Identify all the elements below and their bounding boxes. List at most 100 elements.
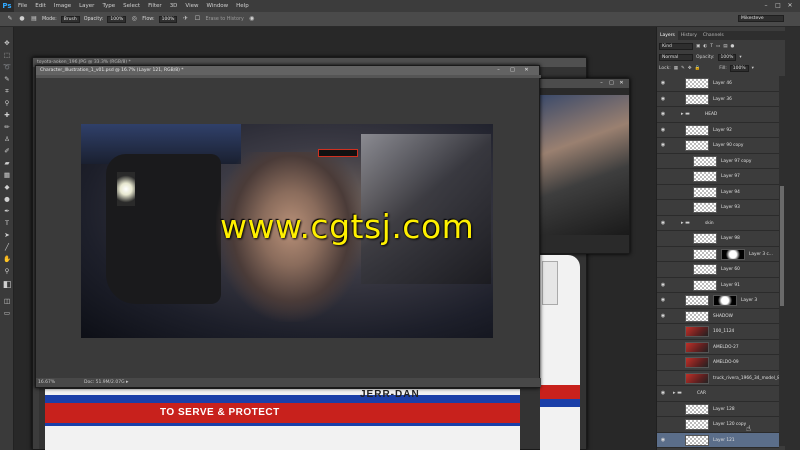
layer-name[interactable]: Layer 121 — [713, 438, 735, 443]
filter-type-icon[interactable]: T — [710, 44, 713, 49]
layer-row[interactable]: ◉ Layer 92 — [657, 122, 779, 138]
brush-preset-icon[interactable]: ● — [18, 15, 26, 23]
zoom-tool-icon[interactable]: ⚲ — [2, 267, 12, 275]
close-icon[interactable]: ✕ — [523, 67, 530, 74]
layer-row[interactable]: Layer 98 — [657, 231, 779, 247]
layer-row[interactable]: Layer 94 — [657, 184, 779, 200]
visibility-eye-icon[interactable]: ◉ — [660, 80, 666, 86]
scrollbar-thumb[interactable] — [780, 186, 784, 306]
layer-row[interactable]: ◉ ▸ ▬ skin — [657, 215, 779, 231]
layer-name[interactable]: Layer 128 — [713, 407, 735, 412]
menu-edit[interactable]: Edit — [31, 3, 50, 9]
chevron-down-icon[interactable]: ▾ — [752, 66, 754, 71]
visibility-eye-icon[interactable]: ◉ — [660, 111, 666, 117]
fill-field[interactable]: 100% — [729, 64, 749, 72]
dodge-tool-icon[interactable]: ● — [2, 195, 12, 203]
hand-tool-icon[interactable]: ✋ — [2, 255, 12, 263]
brush-tool-icon[interactable]: ✏ — [2, 123, 12, 131]
visibility-eye-icon[interactable]: ◉ — [660, 142, 666, 148]
layer-row[interactable]: Layer 120 copy — [657, 417, 779, 433]
tab-layers[interactable]: Layers — [657, 31, 678, 40]
layer-row[interactable]: ◉ Layer 90 copy — [657, 138, 779, 154]
layer-mask-thumbnail[interactable] — [713, 295, 737, 306]
blend-mode-select[interactable]: Normal — [659, 53, 693, 61]
menu-window[interactable]: Window — [202, 3, 232, 9]
layer-row[interactable]: ◉ SHADOW — [657, 308, 779, 324]
filter-toggle-icon[interactable]: ● — [730, 44, 734, 49]
pressure-size-icon[interactable]: ◉ — [248, 15, 256, 23]
healing-tool-icon[interactable]: ✚ — [2, 111, 12, 119]
eraser-tool-icon[interactable]: ✎ — [6, 15, 14, 23]
pressure-opacity-icon[interactable]: ◎ — [130, 15, 138, 23]
layer-name[interactable]: Layer 3 — [741, 298, 757, 303]
filter-adjust-icon[interactable]: ◐ — [703, 44, 707, 49]
layer-name[interactable]: truck_rivera_1966_34_model_84c_lh... — [713, 376, 779, 381]
layer-name[interactable]: SHADOW — [713, 314, 733, 319]
layer-mask-thumbnail[interactable] — [721, 248, 745, 260]
opacity-field[interactable]: 100% — [107, 15, 127, 23]
layer-row[interactable]: Layer 97 copy — [657, 153, 779, 169]
layer-row[interactable]: 100_1124 — [657, 324, 779, 340]
menu-view[interactable]: View — [181, 3, 202, 9]
zoom-level[interactable]: 16.67% — [38, 380, 55, 385]
mode-select[interactable]: Brush — [60, 15, 80, 23]
lock-pixels-icon[interactable]: ▦ — [674, 66, 678, 71]
maximize-icon[interactable]: □ — [608, 80, 615, 87]
layer-name[interactable]: Layer 98 — [721, 236, 740, 241]
menu-type[interactable]: Type — [98, 3, 119, 9]
folder-icon[interactable]: ▸ ▬ — [681, 111, 690, 117]
layer-name[interactable]: Layer 93 — [721, 205, 740, 210]
layer-name[interactable]: CAR — [697, 391, 706, 396]
layer-name[interactable]: Layer 60 — [721, 267, 740, 272]
layer-row[interactable]: AMELDO-09 — [657, 355, 779, 371]
screen-mode-icon[interactable]: ▭ — [2, 309, 12, 317]
pen-tool-icon[interactable]: ✒ — [2, 207, 12, 215]
visibility-eye-icon[interactable]: ◉ — [660, 127, 666, 133]
layer-name[interactable]: Layer 46 — [713, 81, 732, 86]
layer-name[interactable]: Layer 92 — [713, 128, 732, 133]
chevron-down-icon[interactable]: ▾ — [739, 55, 741, 60]
layer-row[interactable]: Layer 60 — [657, 262, 779, 278]
line-tool-icon[interactable]: ╱ — [2, 243, 12, 251]
visibility-eye-icon[interactable]: ◉ — [660, 390, 666, 396]
layer-row[interactable]: Layer 3 c... — [657, 246, 779, 262]
doc-info[interactable]: Doc: 51.9M/2.07G — [84, 380, 125, 385]
visibility-eye-icon[interactable]: ◉ — [660, 96, 666, 102]
path-select-tool-icon[interactable]: ➤ — [2, 231, 12, 239]
move-tool-icon[interactable]: ✥ — [2, 39, 12, 47]
filter-kind-select[interactable]: Kind — [659, 42, 693, 50]
layer-row[interactable]: Layer 93 — [657, 200, 779, 216]
layer-name[interactable]: Layer 90 copy — [713, 143, 743, 148]
close-icon[interactable]: ✕ — [618, 80, 625, 87]
brush-panel-icon[interactable]: ▤ — [30, 15, 38, 23]
visibility-eye-icon[interactable]: ◉ — [660, 220, 666, 226]
clone-stamp-tool-icon[interactable]: ♙ — [2, 135, 12, 143]
layer-name[interactable]: 100_1124 — [713, 329, 734, 334]
layer-name[interactable]: Layer 36 — [713, 97, 732, 102]
layer-row[interactable]: Layer 97 — [657, 169, 779, 185]
airbrush-icon[interactable]: ✈ — [181, 15, 189, 23]
workspace-select[interactable]: Mikesteve — [738, 15, 784, 22]
color-swatches-icon[interactable]: ◧ — [2, 281, 12, 290]
layer-row[interactable]: ◉ Layer 121 — [657, 432, 779, 448]
layer-name[interactable]: Layer 94 — [721, 190, 740, 195]
eyedropper-tool-icon[interactable]: ⚲ — [2, 99, 12, 107]
type-tool-icon[interactable]: T — [2, 219, 12, 227]
gradient-tool-icon[interactable]: ▦ — [2, 171, 12, 179]
menu-select[interactable]: Select — [119, 3, 144, 9]
maximize-icon[interactable]: □ — [509, 67, 516, 74]
flow-field[interactable]: 100% — [158, 15, 178, 23]
blur-tool-icon[interactable]: ◆ — [2, 183, 12, 191]
tab-history[interactable]: History — [678, 31, 700, 40]
layer-name[interactable]: Layer 97 — [721, 174, 740, 179]
visibility-eye-icon[interactable]: ◉ — [660, 313, 666, 319]
layer-row[interactable]: AMELDO-27 — [657, 339, 779, 355]
layer-name[interactable]: Layer 97 copy — [721, 159, 751, 164]
menu-filter[interactable]: Filter — [144, 3, 166, 9]
status-arrow-icon[interactable]: ▸ — [126, 379, 129, 385]
layer-row[interactable]: Layer 128 — [657, 401, 779, 417]
menu-3d[interactable]: 3D — [166, 3, 182, 9]
layer-name[interactable]: Layer 3 c... — [749, 252, 773, 257]
minimize-icon[interactable]: – — [495, 67, 502, 74]
layer-row[interactable]: ◉ Layer 91 — [657, 277, 779, 293]
